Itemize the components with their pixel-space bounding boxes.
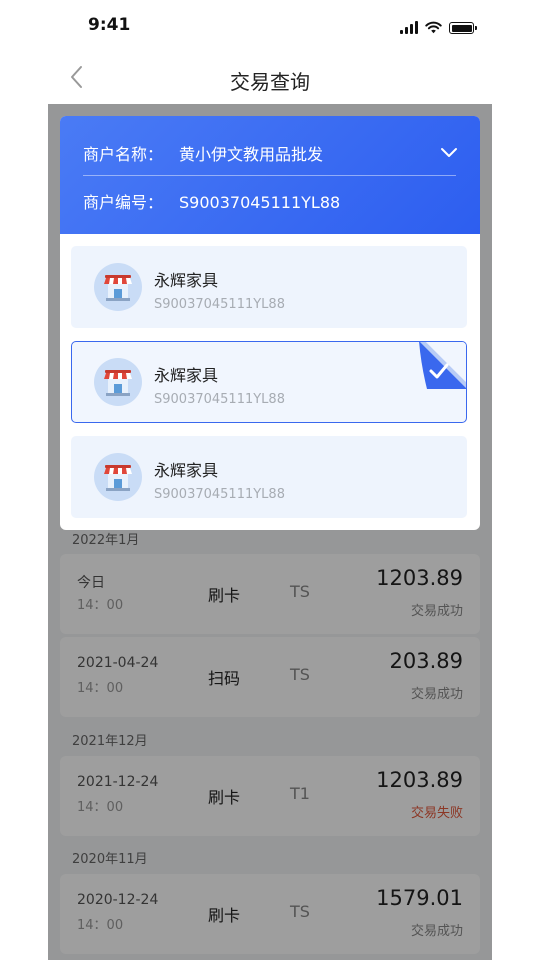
nav-bar: 交易查询 <box>0 52 540 104</box>
merchant-option-name: 永辉家具 <box>154 366 219 385</box>
merchant-option-name: 永辉家具 <box>154 271 219 290</box>
wifi-icon <box>425 21 442 34</box>
selected-check-icon <box>419 342 466 389</box>
battery-icon <box>449 22 477 34</box>
chevron-down-icon <box>441 148 457 157</box>
merchant-code-row: 商户编号： S90037045111YL88 <box>83 189 340 213</box>
merchant-selector-panel: 商户名称： 黄小伊文教用品批发 商户编号： S90037045111YL88 永… <box>60 116 480 530</box>
merchant-name-row: 商户名称： 黄小伊文教用品批发 <box>83 141 323 165</box>
merchant-code-value: S90037045111YL88 <box>179 193 341 212</box>
status-icons <box>400 18 477 34</box>
header-divider <box>83 175 456 176</box>
merchant-name-label: 商户名称： <box>83 145 164 164</box>
merchant-option[interactable]: 永辉家具 S90037045111YL88 <box>71 436 467 518</box>
page-title: 交易查询 <box>230 70 310 94</box>
collapse-button[interactable] <box>440 144 458 158</box>
merchant-option-selected[interactable]: 永辉家具 S90037045111YL88 <box>71 341 467 423</box>
merchant-option-code: S90037045111YL88 <box>154 487 285 502</box>
store-icon <box>94 263 142 311</box>
merchant-header[interactable]: 商户名称： 黄小伊文教用品批发 商户编号： S90037045111YL88 <box>60 116 480 234</box>
status-time: 9:41 <box>88 15 131 35</box>
merchant-option-code: S90037045111YL88 <box>154 392 285 407</box>
store-icon <box>94 358 142 406</box>
merchant-option-code: S90037045111YL88 <box>154 297 285 312</box>
cellular-signal-icon <box>400 21 418 34</box>
merchant-code-label: 商户编号： <box>83 193 164 212</box>
merchant-name-value: 黄小伊文教用品批发 <box>179 145 324 164</box>
status-bar: 9:41 <box>0 0 540 52</box>
merchant-option[interactable]: 永辉家具 S90037045111YL88 <box>71 246 467 328</box>
merchant-option-name: 永辉家具 <box>154 461 219 480</box>
store-icon <box>94 453 142 501</box>
